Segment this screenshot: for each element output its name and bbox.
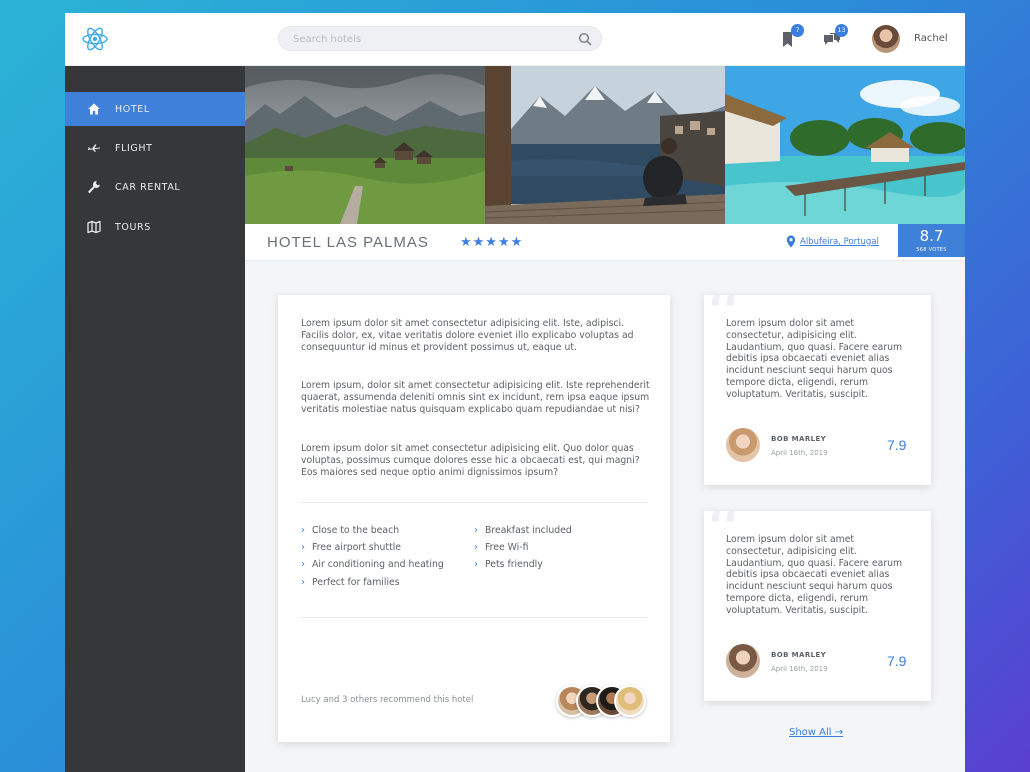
gallery-photo-mountains[interactable] xyxy=(245,66,485,224)
user-avatar[interactable] xyxy=(872,25,900,53)
sidebar-item-car-rental[interactable]: CAR RENTAL xyxy=(65,170,245,204)
sidebar-item-label: TOURS xyxy=(115,221,151,233)
bookmark-badge: 7 xyxy=(791,24,804,37)
description-card: Lorem ipsum dolor sit amet consectetur a… xyxy=(278,295,670,742)
search-bar xyxy=(278,26,602,51)
amenity-item: › Breakfast included xyxy=(474,525,572,536)
bookmark-button[interactable]: 7 xyxy=(778,24,804,50)
search-icon[interactable] xyxy=(578,32,592,46)
sidebar-item-label: CAR RENTAL xyxy=(115,181,181,193)
review-text: Lorem ipsum dolor sit amet consectetur, … xyxy=(726,534,903,616)
app-window: 7 13 Rachel HOTEL FLIGHT xyxy=(65,13,965,772)
divider xyxy=(301,617,647,618)
sidebar-item-tours[interactable]: TOURS xyxy=(65,210,245,244)
sidebar: HOTEL FLIGHT CAR RENTAL TOURS xyxy=(65,66,245,772)
description-paragraph: Lorem ipsum dolor sit amet consectetur a… xyxy=(301,443,640,478)
location-link[interactable]: Albufeira, Portugal xyxy=(800,237,879,247)
chevron-right-icon: › xyxy=(301,559,305,570)
amenity-item: › Free Wi-fi xyxy=(474,542,528,553)
avatar[interactable] xyxy=(614,685,646,717)
messages-button[interactable]: 13 xyxy=(822,24,848,50)
plane-icon xyxy=(88,144,100,152)
amenity-label: Close to the beach xyxy=(312,525,400,536)
main-content: HOTEL LAS PALMAS ★★★★★ Albufeira, Portug… xyxy=(245,66,965,772)
review-score: 7.9 xyxy=(887,437,907,453)
review-score: 7.9 xyxy=(887,653,907,669)
hotel-info-bar: HOTEL LAS PALMAS ★★★★★ Albufeira, Portug… xyxy=(245,224,965,261)
amenity-label: Free Wi-fi xyxy=(485,542,529,553)
sidebar-item-hotel[interactable]: HOTEL xyxy=(65,92,245,126)
amenity-item: › Air conditioning and heating xyxy=(301,559,444,570)
amenity-item: › Pets friendly xyxy=(474,559,543,570)
review-text: Lorem ipsum dolor sit amet consectetur, … xyxy=(726,318,903,400)
chevron-right-icon: › xyxy=(301,577,305,588)
sidebar-item-label: FLIGHT xyxy=(115,142,153,154)
wrench-icon xyxy=(88,180,100,193)
amenity-label: Breakfast included xyxy=(485,525,572,536)
reviewer-avatar[interactable] xyxy=(726,428,760,462)
review-card: “ Lorem ipsum dolor sit amet consectetur… xyxy=(704,295,931,485)
amenity-item: › Close to the beach xyxy=(301,525,399,536)
review-card: “ Lorem ipsum dolor sit amet consectetur… xyxy=(704,511,931,701)
map-pin-icon xyxy=(786,235,796,248)
amenity-item: › Perfect for families xyxy=(301,577,400,588)
gallery-photo-lake[interactable] xyxy=(485,66,725,224)
show-all-link[interactable]: Show All → xyxy=(789,727,843,738)
star-rating: ★★★★★ xyxy=(460,235,524,250)
chevron-right-icon: › xyxy=(474,542,478,553)
reviewer-name: BOB MARLEY xyxy=(771,435,827,443)
username-label[interactable]: Rachel xyxy=(914,33,948,44)
description-paragraph: Lorem ipsum, dolor sit amet consectetur … xyxy=(301,380,650,415)
reviewer-name: BOB MARLEY xyxy=(771,651,827,659)
chevron-right-icon: › xyxy=(474,559,478,570)
chevron-right-icon: › xyxy=(301,542,305,553)
gallery-photo-tropical[interactable] xyxy=(725,66,965,224)
hotel-votes: 568 VOTES xyxy=(916,247,947,253)
amenity-label: Air conditioning and heating xyxy=(312,559,444,570)
amenity-item: › Free airport shuttle xyxy=(301,542,401,553)
messages-badge: 13 xyxy=(835,24,848,37)
recommender-avatars[interactable] xyxy=(556,685,648,717)
amenity-label: Free airport shuttle xyxy=(312,542,402,553)
home-icon xyxy=(88,103,100,115)
photo-gallery xyxy=(245,66,965,224)
map-icon xyxy=(87,220,101,234)
review-date: April 16th, 2019 xyxy=(771,665,828,673)
top-bar: 7 13 Rachel xyxy=(65,13,965,66)
sidebar-item-flight[interactable]: FLIGHT xyxy=(65,131,245,165)
atom-logo-icon[interactable] xyxy=(81,25,109,53)
recommend-text: Lucy and 3 others recommend this hotel xyxy=(301,695,474,705)
hotel-score-value: 8.7 xyxy=(919,227,944,245)
hotel-score: 8.7 568 VOTES xyxy=(898,224,965,257)
description-paragraph: Lorem ipsum dolor sit amet consectetur a… xyxy=(301,318,634,353)
reviewer-avatar[interactable] xyxy=(726,644,760,678)
amenity-label: Pets friendly xyxy=(485,559,543,570)
amenity-label: Perfect for families xyxy=(312,577,400,588)
divider xyxy=(301,502,647,503)
review-date: April 16th, 2019 xyxy=(771,449,828,457)
hotel-location: Albufeira, Portugal xyxy=(786,235,879,248)
chevron-right-icon: › xyxy=(301,525,305,536)
sidebar-item-label: HOTEL xyxy=(115,103,150,115)
search-input[interactable] xyxy=(293,31,563,47)
chevron-right-icon: › xyxy=(474,525,478,536)
hotel-name: HOTEL LAS PALMAS xyxy=(267,234,429,251)
